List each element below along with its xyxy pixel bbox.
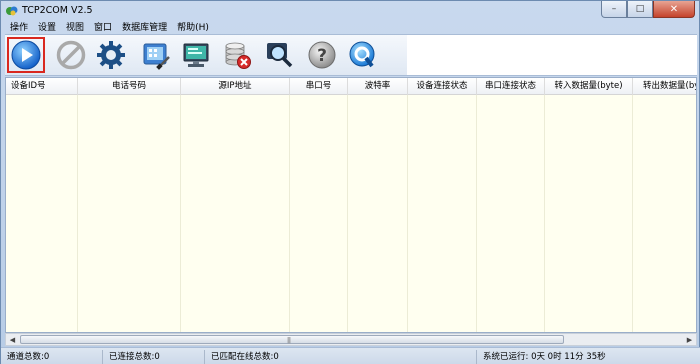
minimize-icon: –: [611, 4, 617, 14]
maximize-button[interactable]: □: [627, 1, 653, 18]
computer-monitor-icon: [183, 43, 209, 67]
menu-settings[interactable]: 设置: [33, 21, 61, 35]
stop-button[interactable]: [52, 37, 90, 73]
horizontal-scrollbar[interactable]: ◀ ||| ▶: [5, 333, 697, 346]
quicktime-icon: [349, 41, 375, 68]
help-button[interactable]: ?: [303, 37, 341, 73]
column-header-bytes-out[interactable]: 转出数据量(by: [633, 78, 696, 95]
column-header-bytes-in[interactable]: 转入数据量(byte): [545, 78, 633, 95]
menu-database[interactable]: 数据库管理: [117, 21, 172, 35]
minimize-button[interactable]: –: [601, 1, 627, 18]
app-window: TCP2COM V2.5 – □ ✕ 操作 设置 视图 窗口 数据库管理 帮助(…: [0, 0, 700, 364]
menu-operate[interactable]: 操作: [5, 21, 33, 35]
menu-bar: 操作 设置 视图 窗口 数据库管理 帮助(H): [5, 21, 697, 35]
monitor-button[interactable]: [177, 37, 215, 73]
svg-text:?: ?: [317, 46, 327, 66]
help-icon: ?: [308, 41, 336, 69]
maximize-icon: □: [635, 4, 645, 14]
close-icon: ✕: [669, 3, 679, 15]
close-button[interactable]: ✕: [653, 1, 695, 18]
menu-window[interactable]: 窗口: [89, 21, 117, 35]
menu-help[interactable]: 帮助(H): [172, 21, 214, 35]
column-header-device-status[interactable]: 设备连接状态: [408, 78, 477, 95]
status-connected-count: 已连接总数:0: [105, 350, 205, 364]
status-bar: 通道总数:0 已连接总数:0 已匹配在线总数:0 系统已运行: 0天 0时 11…: [1, 347, 700, 364]
scroll-right-arrow-icon[interactable]: ▶: [683, 334, 696, 345]
refresh-button[interactable]: [344, 37, 382, 73]
device-config-button[interactable]: [137, 37, 175, 73]
start-button[interactable]: [7, 37, 45, 73]
column-header-port-status[interactable]: 串口连接状态: [477, 78, 545, 95]
status-online-count: 已匹配在线总数:0: [207, 350, 477, 364]
device-table[interactable]: 设备ID号 电话号码 源IP地址 串口号 波特率 设备连接状态 串口连接状态 转…: [5, 77, 697, 333]
app-icon: [6, 6, 18, 16]
toolbar-button-group: ?: [5, 35, 407, 75]
table-header: 设备ID号 电话号码 源IP地址 串口号 波特率 设备连接状态 串口连接状态 转…: [6, 78, 696, 95]
column-header-device-id[interactable]: 设备ID号: [6, 78, 78, 95]
database-delete-icon: [225, 42, 251, 69]
title-bar[interactable]: TCP2COM V2.5 – □ ✕: [1, 1, 700, 21]
status-runtime: 系统已运行: 0天 0时 11分 35秒: [483, 352, 606, 362]
magnifier-icon: [267, 43, 293, 68]
column-header-baud-rate[interactable]: 波特率: [348, 78, 408, 95]
column-header-phone[interactable]: 电话号码: [78, 78, 181, 95]
window-title: TCP2COM V2.5: [22, 5, 93, 16]
play-icon: [11, 40, 41, 70]
database-delete-button[interactable]: [218, 37, 256, 73]
settings-button[interactable]: [92, 37, 130, 73]
column-header-source-ip[interactable]: 源IP地址: [181, 78, 290, 95]
status-channel-count: 通道总数:0: [3, 350, 103, 364]
scroll-left-arrow-icon[interactable]: ◀: [6, 334, 19, 345]
prohibited-icon: [56, 40, 86, 70]
gear-icon: [97, 41, 125, 69]
search-button[interactable]: [260, 37, 298, 73]
toolbar: ?: [5, 34, 697, 76]
column-header-serial-port[interactable]: 串口号: [290, 78, 348, 95]
grip-icon: |||: [287, 337, 291, 344]
table-body: [6, 95, 696, 332]
tablet-pen-icon: [143, 43, 170, 70]
scrollbar-thumb[interactable]: |||: [20, 335, 564, 344]
window-controls: – □ ✕: [601, 1, 695, 19]
menu-view[interactable]: 视图: [61, 21, 89, 35]
